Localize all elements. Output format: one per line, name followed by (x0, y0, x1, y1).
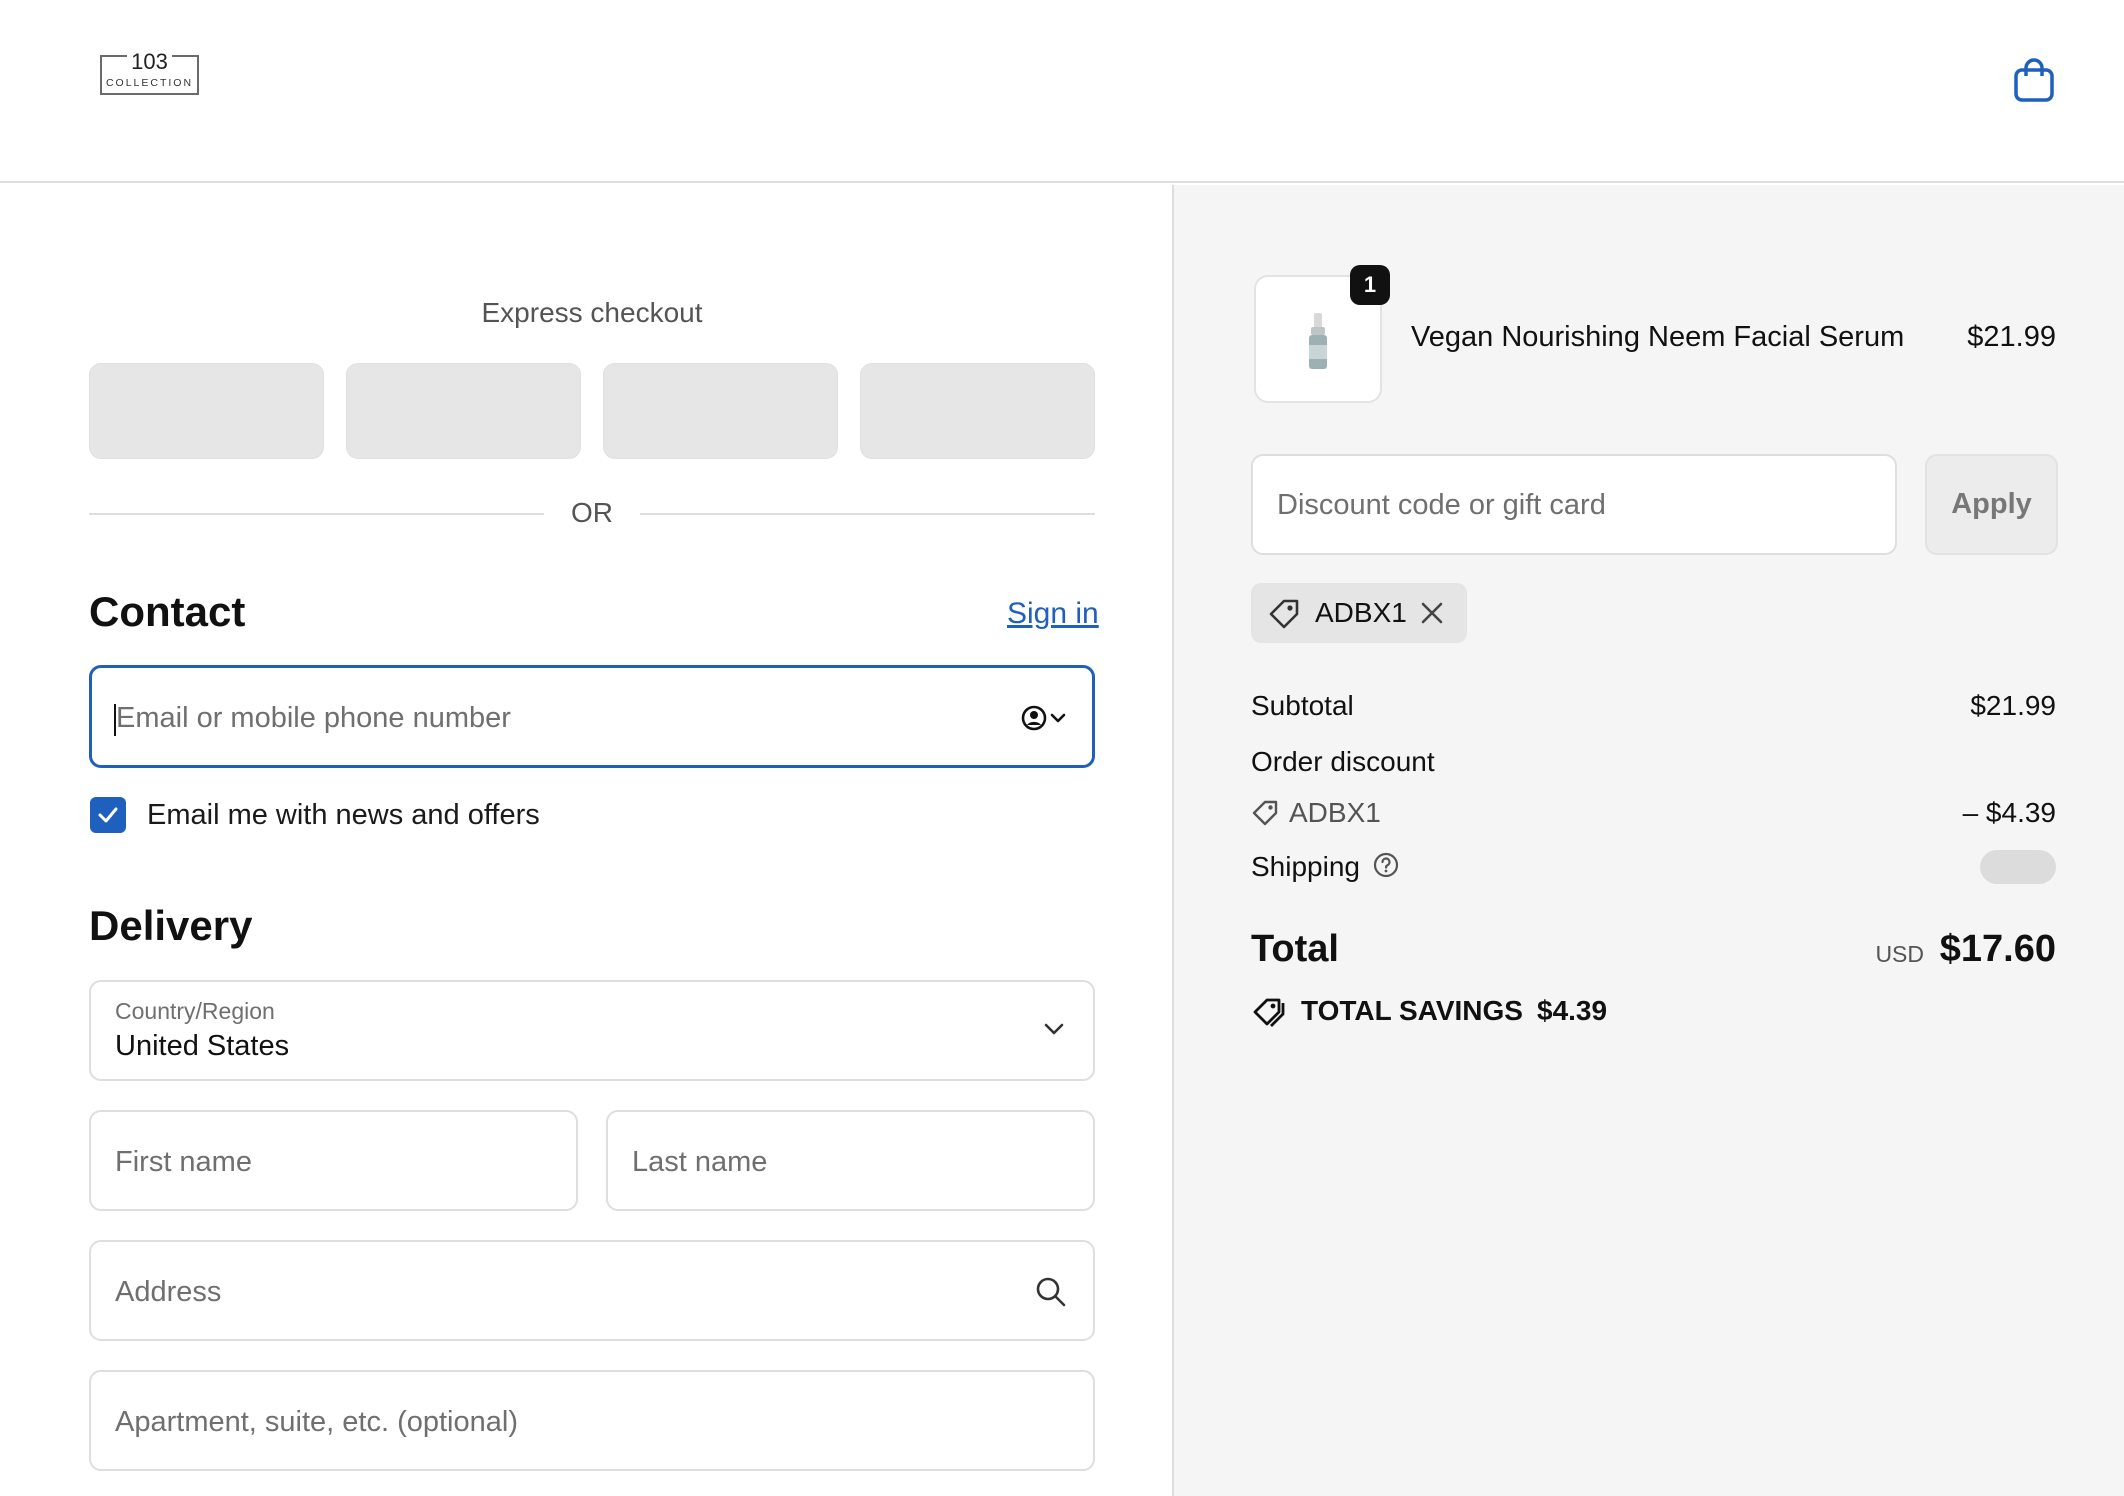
savings-label: TOTAL SAVINGS (1301, 995, 1523, 1026)
subtotal-value: $21.99 (1970, 690, 2056, 721)
express-pay-button-3[interactable] (603, 363, 838, 459)
country-value: United States (115, 1030, 290, 1062)
last-name-placeholder: Last name (632, 1146, 768, 1178)
shipping-label: Shipping (1251, 851, 1360, 882)
checkout-form: Express checkout OR Contact Sign in Emai… (0, 185, 1172, 1496)
currency-code: USD (1875, 941, 1924, 967)
help-circle-icon[interactable] (1372, 851, 1400, 884)
apply-button[interactable]: Apply (1925, 454, 2058, 555)
subtotal-label: Subtotal (1251, 690, 1354, 721)
applied-discount-chip: ADBX1 (1251, 583, 1467, 643)
express-checkout-title: Express checkout (481, 297, 703, 328)
apartment-placeholder: Apartment, suite, etc. (optional) (115, 1406, 518, 1438)
tag-icon (1267, 597, 1301, 636)
shipping-loading-placeholder (1980, 850, 2056, 884)
tag-icon (1251, 799, 1279, 832)
store-logo[interactable]: 103 COLLECTION (100, 49, 199, 95)
total-value: $17.60 (1939, 928, 2056, 970)
site-header: 103 COLLECTION (0, 0, 2124, 183)
discount-placeholder: Discount code or gift card (1277, 489, 1606, 521)
address-placeholder: Address (115, 1276, 222, 1308)
express-pay-button-1[interactable] (89, 363, 324, 459)
discount-code-text: ADBX1 (1289, 797, 1381, 828)
or-separator: OR (571, 497, 613, 528)
country-select[interactable]: Country/Region United States (89, 980, 1095, 1081)
discount-code-input[interactable]: Discount code or gift card (1251, 454, 1897, 555)
savings-tag-icon (1251, 995, 1287, 1034)
news-checkbox-label[interactable]: Email me with news and offers (147, 799, 540, 832)
search-icon[interactable] (1035, 1276, 1067, 1313)
logo-word: COLLECTION (105, 77, 194, 89)
first-name-placeholder: First name (115, 1146, 252, 1178)
total-label: Total (1251, 928, 1339, 970)
savings-value: $4.39 (1537, 995, 1608, 1026)
sign-in-link[interactable]: Sign in (1007, 597, 1099, 631)
divider-right (640, 513, 1095, 515)
product-name: Vegan Nourishing Neem Facial Serum (1411, 321, 1905, 353)
address-field[interactable]: Address (89, 1240, 1095, 1341)
account-icon[interactable] (1020, 702, 1070, 734)
applied-code: ADBX1 (1315, 597, 1407, 628)
checkmark-icon (98, 807, 118, 823)
delivery-heading: Delivery (89, 902, 253, 949)
country-label: Country/Region (115, 998, 275, 1024)
divider-left (89, 513, 544, 515)
product-price: $21.99 (1967, 321, 2056, 353)
chevron-down-icon (1043, 1022, 1065, 1041)
shopping-bag-icon[interactable] (2012, 56, 2056, 104)
email-field[interactable]: Email or mobile phone number (89, 665, 1095, 768)
order-discount-label: Order discount (1251, 746, 1435, 777)
first-name-field[interactable]: First name (89, 1110, 578, 1211)
order-summary: 1 Vegan Nourishing Neem Facial Serum $21… (1172, 185, 2124, 1496)
remove-discount-icon[interactable] (1419, 600, 1445, 631)
email-placeholder: Email or mobile phone number (116, 702, 511, 734)
express-pay-button-2[interactable] (346, 363, 581, 459)
logo-number: 103 (127, 49, 172, 74)
apartment-field[interactable]: Apartment, suite, etc. (optional) (89, 1370, 1095, 1471)
quantity-badge: 1 (1350, 265, 1390, 305)
contact-heading: Contact (89, 588, 246, 635)
last-name-field[interactable]: Last name (606, 1110, 1095, 1211)
express-pay-button-4[interactable] (860, 363, 1095, 459)
news-checkbox[interactable] (90, 797, 126, 833)
discount-value: – $4.39 (1962, 797, 2056, 828)
